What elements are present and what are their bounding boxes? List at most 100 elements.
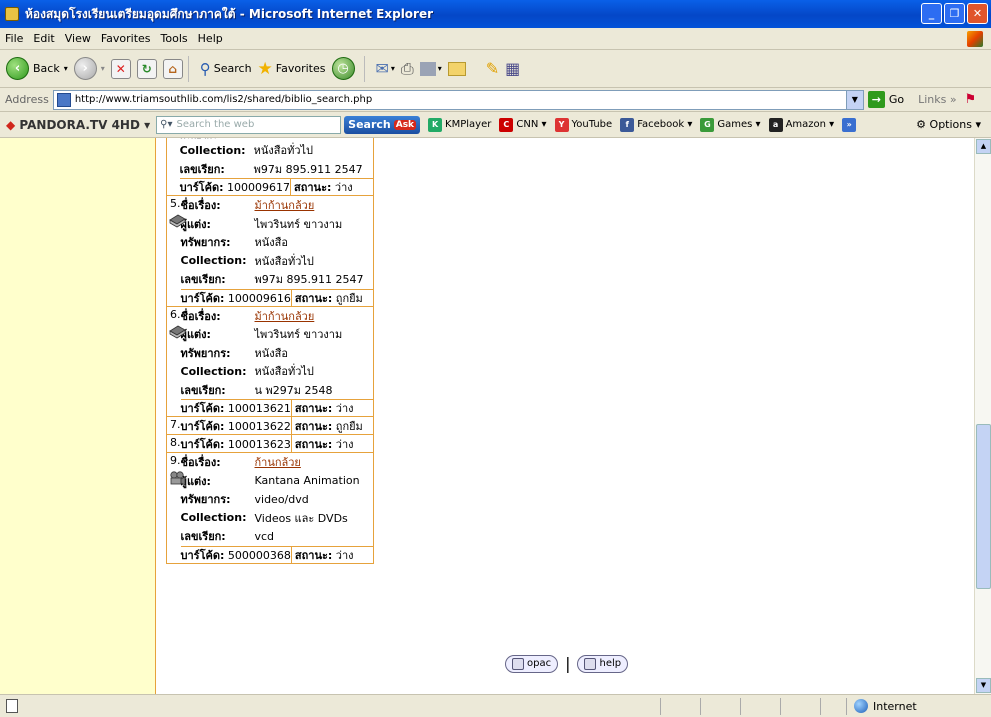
opac-button[interactable]: opac	[505, 654, 559, 673]
web-search-input[interactable]: ⚲▾ Search the web	[156, 115, 342, 134]
collection-label: Collection:	[179, 143, 246, 157]
collection-label: Collection:	[180, 254, 247, 268]
window-title: ห้องสมุดโรงเรียนเตรียมอุดมศึกษาภาคใต้ - …	[25, 6, 434, 21]
maximize-button[interactable]: ❐	[944, 3, 965, 24]
status-value: ว่าง	[335, 548, 354, 562]
barcode-label: บาร์โค้ด:	[179, 181, 224, 194]
facebook-icon: f	[620, 117, 635, 132]
games-icon: G	[700, 117, 715, 132]
call-number-value: vcd	[254, 529, 275, 543]
menu-edit[interactable]: Edit	[33, 32, 54, 45]
standard-toolbar: ‹ Back ▾ › ▾ ✕ ↻ ⌂ ⚲ Search ★ Favorites ◷ ✉ ▾ …	[0, 50, 991, 88]
window-titlebar: ห้องสมุดโรงเรียนเตรียมอุดมศึกษาภาคใต้ - …	[0, 0, 991, 28]
cnn-icon: C	[499, 117, 514, 132]
collection-value: Videos และ DVDs	[254, 511, 348, 525]
minimize-button[interactable]: _	[921, 3, 942, 24]
go-button[interactable]: → Go	[867, 91, 905, 108]
bookmark-kmplayer[interactable]: K KMPlayer	[428, 117, 491, 132]
search-results: ทรัพยากร: Collection: หนังสือทั่วไป เลขเร…	[166, 138, 374, 564]
search-icon: ⚲	[199, 59, 211, 78]
favorites-button[interactable]: ★ Favorites	[258, 59, 326, 79]
search-button[interactable]: ⚲ Search	[200, 60, 252, 78]
web-search-button[interactable]: Search Ask	[344, 115, 421, 134]
scroll-up-icon[interactable]: ▲	[976, 139, 991, 154]
title-label: ชื่อเรื่อง:	[180, 456, 221, 470]
history-icon[interactable]: ◷	[331, 57, 355, 80]
book-icon	[169, 214, 186, 228]
status-value: ถูกยืม	[335, 419, 363, 433]
bookmark-amazon[interactable]: a Amazon ▾	[768, 117, 834, 132]
amazon-icon: a	[768, 117, 783, 132]
author-label: ผู้แต่ง:	[180, 217, 211, 231]
stop-icon[interactable]: ✕	[110, 58, 131, 79]
status-label: สถานะ:	[294, 437, 333, 451]
bookmark-games[interactable]: G Games ▾	[700, 117, 761, 132]
result-item: ทรัพยากร: Collection:หนังสือทั่วไป เลขเร…	[166, 138, 374, 196]
status-label: สถานะ:	[294, 291, 333, 305]
title-link[interactable]: ก้านกล้วย	[255, 453, 301, 471]
menu-tools[interactable]: Tools	[161, 32, 188, 45]
toolbar-separator	[363, 55, 365, 82]
bookmark-facebook[interactable]: f Facebook ▾	[620, 117, 692, 132]
page-status-icon	[6, 699, 18, 713]
menu-file[interactable]: File	[5, 32, 23, 45]
links-button[interactable]: Links »	[918, 93, 956, 106]
menu-favorites[interactable]: Favorites	[101, 32, 151, 45]
favorites-label: Favorites	[275, 62, 326, 75]
title-link[interactable]: ม้าก้านกล้วย	[255, 196, 315, 214]
pandora-toolbar: ◆ PANDORA.TV 4HD ▾ ⚲▾ Search the web Sear…	[0, 112, 991, 138]
result-item: 6. ชื่อเรื่อง: ม้าก้านกล้วย ผู้แต่ง: ไพวริ…	[166, 306, 374, 417]
book-icon	[169, 325, 186, 338]
scroll-down-icon[interactable]: ▼	[976, 678, 991, 693]
print-icon[interactable]: ⎙	[401, 59, 414, 79]
gear-icon: ⚙	[916, 118, 927, 131]
barcode-value: 100009617	[227, 181, 290, 194]
vertical-scrollbar[interactable]: ▲ ▼	[974, 138, 991, 694]
ie-page-icon	[5, 7, 19, 21]
resource-type-label: ทรัพยากร:	[180, 346, 231, 360]
page-content: ทรัพยากร: Collection: หนังสือทั่วไป เลขเร…	[0, 138, 991, 694]
address-input[interactable]: http://www.triamsouthlib.com/lis2/shared…	[52, 89, 864, 110]
title-link[interactable]: ม้าก้านกล้วย	[255, 307, 315, 325]
more-bookmarks-button[interactable]: »	[842, 117, 859, 132]
toolbar-separator	[187, 55, 189, 82]
status-label: สถานะ:	[294, 402, 333, 415]
mail-icon[interactable]: ✉	[376, 59, 389, 78]
left-panel	[0, 138, 156, 694]
help-icon	[584, 657, 597, 670]
bookmark-youtube[interactable]: Y YouTube	[554, 117, 612, 132]
menu-view[interactable]: View	[65, 32, 91, 45]
address-bar: Address http://www.triamsouthlib.com/lis…	[0, 88, 991, 112]
address-dropdown-icon[interactable]: ▼	[845, 90, 863, 109]
barcode-value: 100013623	[227, 437, 291, 451]
home-icon[interactable]: ⌂	[162, 58, 183, 79]
scroll-thumb[interactable]	[976, 424, 991, 589]
research-icon[interactable]: ▦	[505, 59, 520, 78]
pen-icon[interactable]: ✎	[486, 59, 499, 78]
collection-label: Collection:	[180, 511, 247, 525]
refresh-icon[interactable]: ↻	[136, 58, 157, 79]
close-button[interactable]: ✕	[967, 3, 988, 24]
translate-icon[interactable]: ⚑	[965, 92, 977, 107]
call-number-value: พ97ม 895.911 2547	[254, 273, 364, 287]
resource-type-label: ทรัพยากร:	[180, 236, 231, 250]
help-button[interactable]: help	[577, 654, 629, 673]
options-button[interactable]: ⚙ Options ▾	[916, 118, 981, 131]
title-label: ชื่อเรื่อง:	[180, 309, 221, 323]
back-label: Back	[33, 62, 60, 75]
search-label: Search	[213, 62, 252, 75]
discuss-icon[interactable]	[447, 61, 466, 76]
menu-help[interactable]: Help	[198, 32, 223, 45]
chevron-right-icon: »	[842, 117, 857, 132]
item-number: 7.	[170, 418, 181, 431]
edit-icon[interactable]	[419, 61, 436, 76]
go-label: Go	[888, 93, 905, 106]
pandora-logo[interactable]: ◆ PANDORA.TV 4HD ▾	[6, 118, 150, 132]
video-camera-icon	[170, 471, 186, 486]
forward-button[interactable]: › ▾	[73, 57, 105, 80]
resource-type-value: หนังสือ	[254, 346, 288, 360]
bookmark-cnn[interactable]: C CNN ▾	[499, 117, 547, 132]
internet-globe-icon	[854, 699, 868, 713]
barcode-value: 500000368	[227, 548, 291, 562]
back-button[interactable]: ‹ Back ▾	[6, 57, 68, 80]
